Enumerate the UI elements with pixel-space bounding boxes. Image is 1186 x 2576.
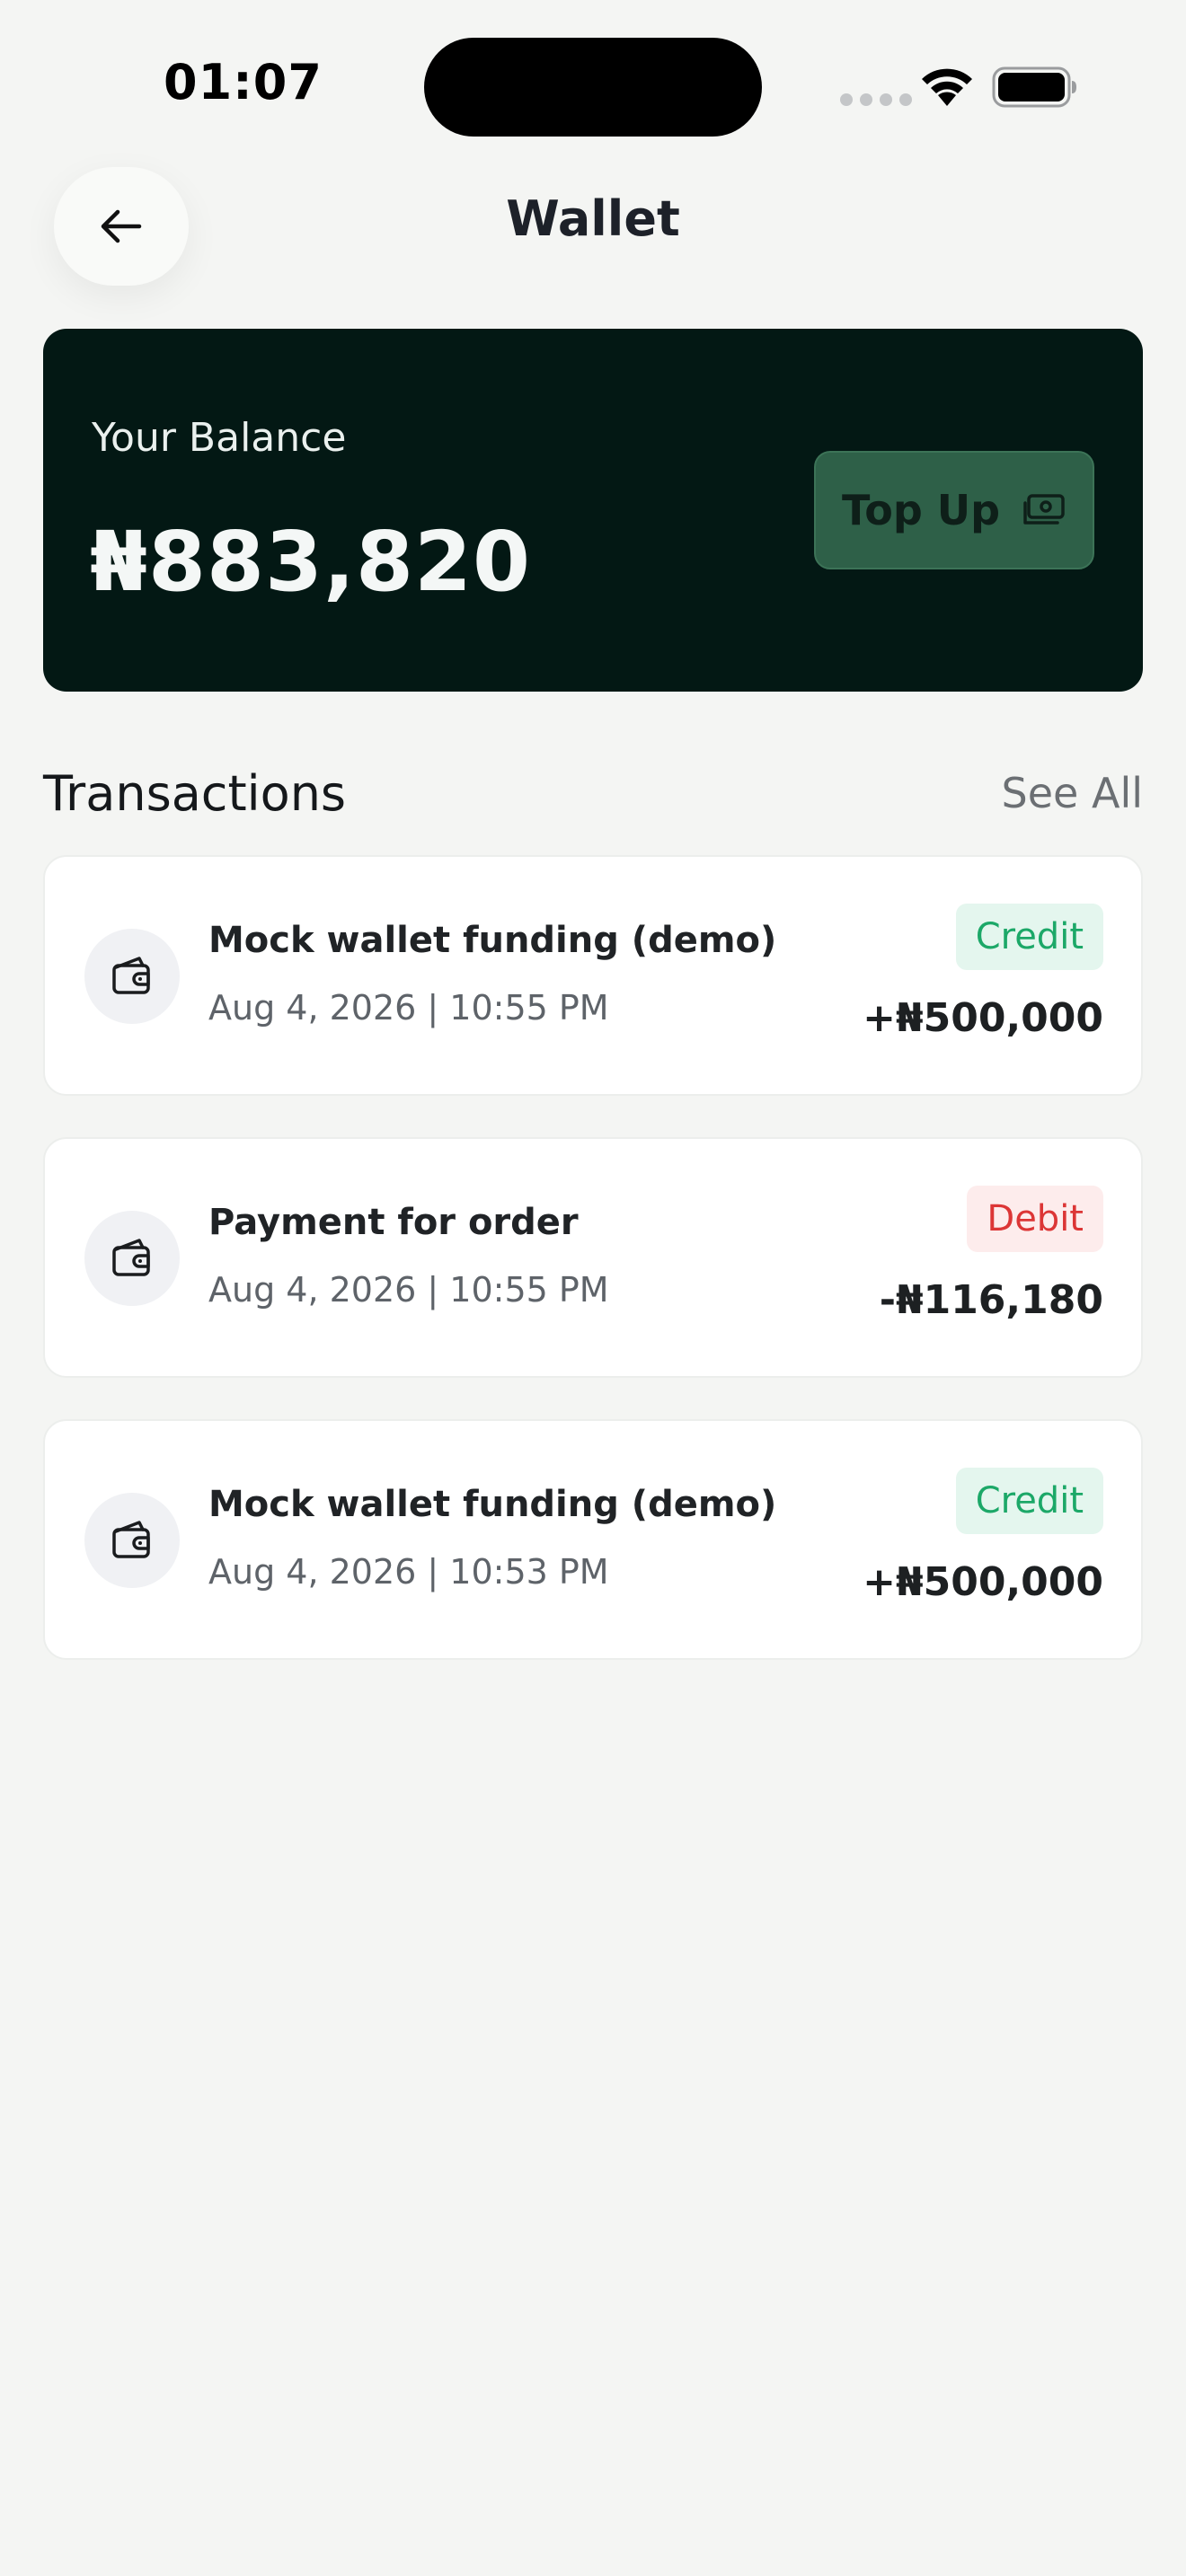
transaction-list: Mock wallet funding (demo) Aug 4, 2026 |… (43, 855, 1143, 1701)
balance-card: Your Balance ₦883,820 Top Up (43, 329, 1143, 692)
transaction-title: Mock wallet funding (demo) (208, 1484, 777, 1525)
transaction-type-badge: Credit (955, 904, 1103, 970)
transaction-type-badge: Debit (967, 1186, 1103, 1252)
transaction-amount: +₦500,000 (863, 1559, 1103, 1605)
page-title: Wallet (506, 190, 680, 247)
status-time: 01:07 (164, 54, 323, 110)
see-all-link[interactable]: See All (1002, 769, 1143, 817)
wallet-icon (112, 1521, 150, 1558)
balance-amount: ₦883,820 (90, 514, 532, 610)
balance-label: Your Balance (92, 415, 347, 461)
transaction-card[interactable]: Payment for order Aug 4, 2026 | 10:55 PM… (43, 1137, 1143, 1378)
status-bar: 01:07 (0, 0, 1186, 162)
transaction-card[interactable]: Mock wallet funding (demo) Aug 4, 2026 |… (43, 855, 1143, 1096)
dynamic-island (424, 38, 762, 137)
transaction-date: Aug 4, 2026 | 10:55 PM (208, 988, 609, 1028)
transaction-title: Payment for order (208, 1202, 579, 1243)
wallet-icon (112, 957, 150, 994)
transaction-type-badge: Credit (955, 1468, 1103, 1534)
transaction-amount: +₦500,000 (863, 995, 1103, 1041)
transaction-icon-wrapper (84, 929, 180, 1024)
transaction-date: Aug 4, 2026 | 10:55 PM (208, 1270, 609, 1310)
transaction-amount: -₦116,180 (879, 1277, 1103, 1323)
transactions-heading: Transactions (43, 765, 347, 822)
cellular-signal-icon (840, 93, 912, 106)
transaction-icon-wrapper (84, 1493, 180, 1588)
transaction-date: Aug 4, 2026 | 10:53 PM (208, 1552, 609, 1592)
transaction-icon-wrapper (84, 1211, 180, 1306)
wallet-icon (112, 1239, 150, 1276)
cash-icon (1023, 494, 1065, 525)
top-up-button[interactable]: Top Up (814, 451, 1094, 569)
wifi-icon (922, 68, 972, 106)
transaction-card[interactable]: Mock wallet funding (demo) Aug 4, 2026 |… (43, 1419, 1143, 1660)
transaction-title: Mock wallet funding (demo) (208, 920, 777, 961)
battery-icon (992, 66, 1076, 108)
top-up-label: Top Up (841, 486, 1001, 534)
